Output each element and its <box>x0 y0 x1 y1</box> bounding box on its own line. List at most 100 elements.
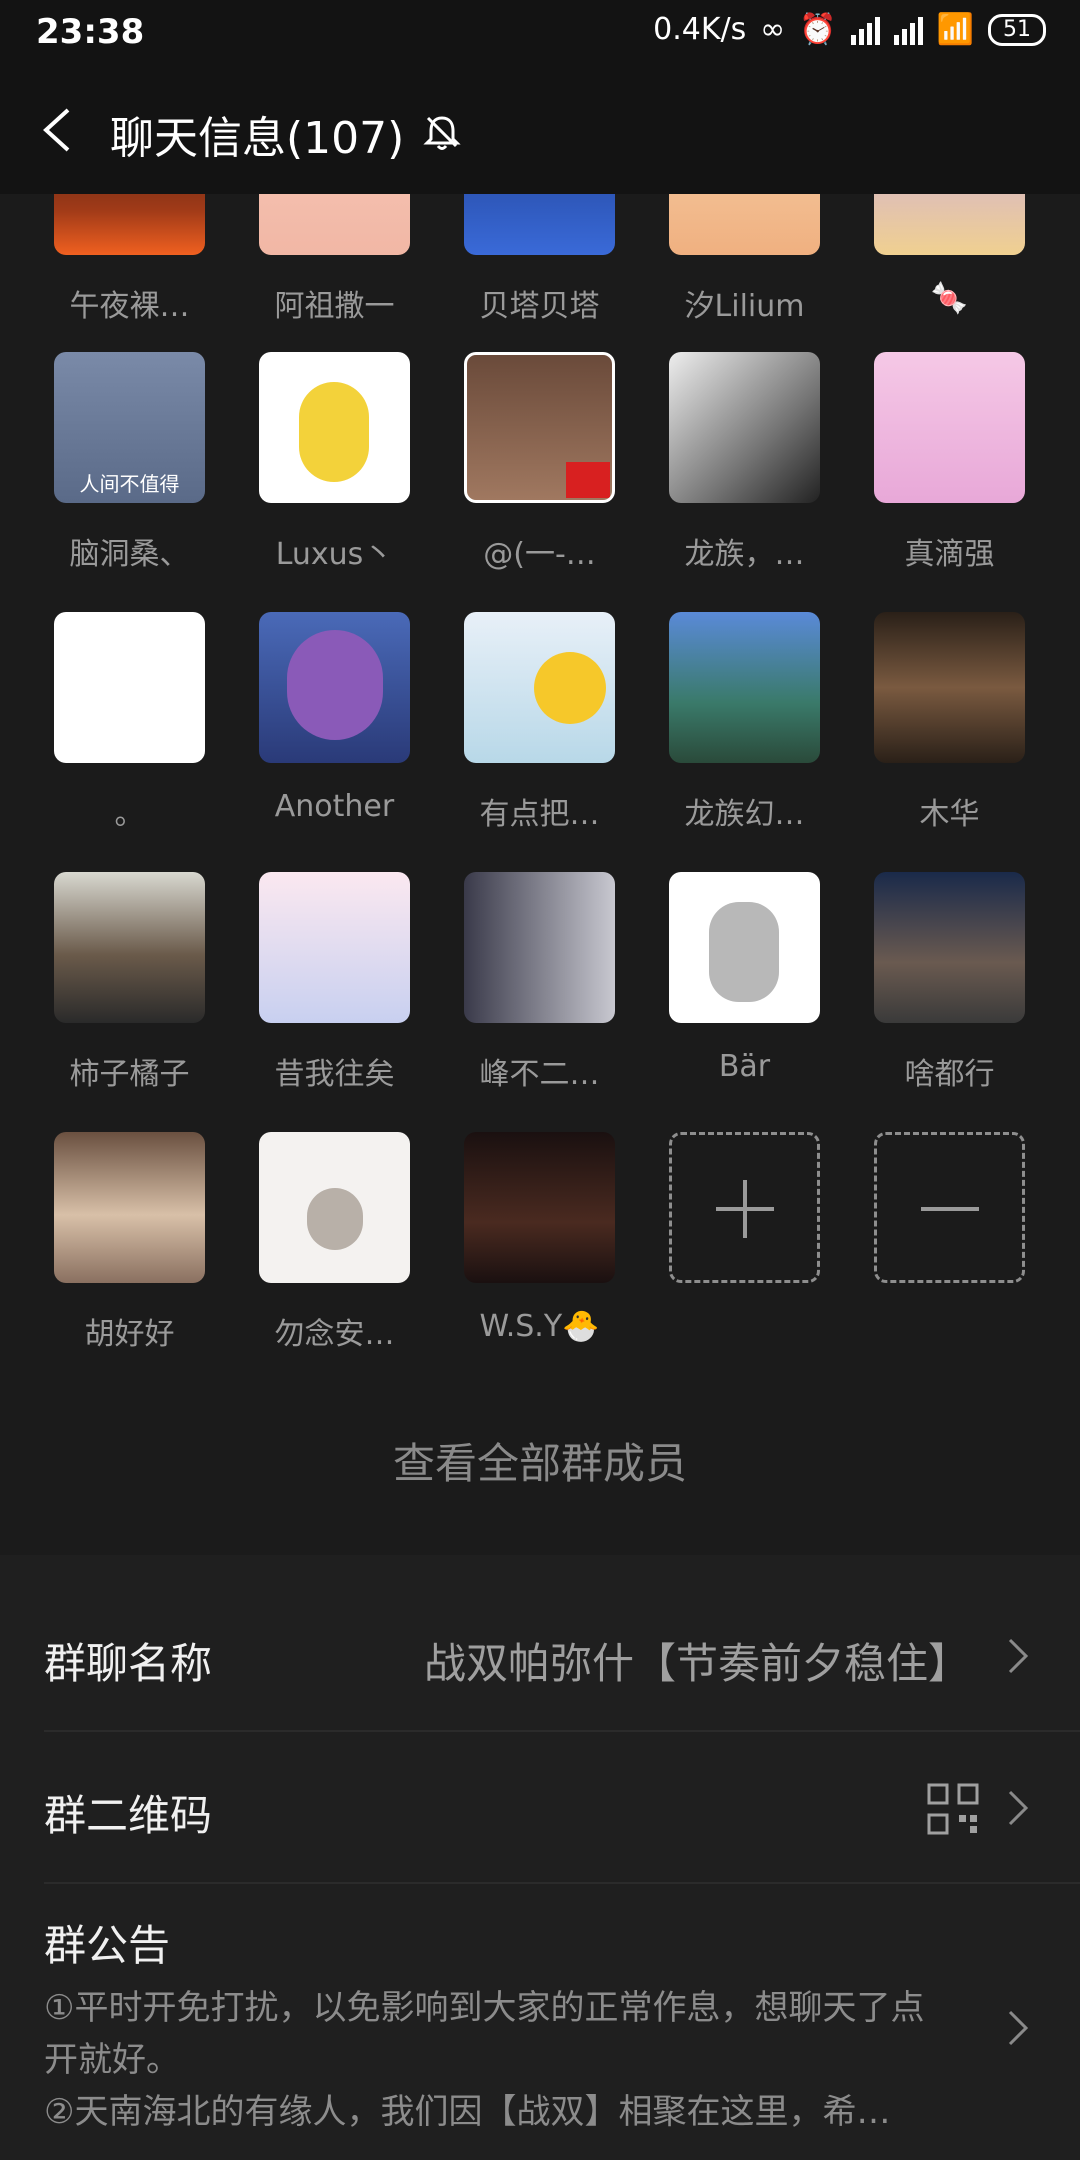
member-avatar <box>259 1132 410 1283</box>
member-item[interactable]: W.S.Y🐣 <box>437 1132 642 1344</box>
member-avatar <box>259 352 410 503</box>
member-name: 龙族幻… <box>684 797 805 832</box>
group-name-row[interactable]: 群聊名称 战双帕弥什【节奏前夕稳住】 <box>44 1630 1040 1691</box>
member-name: 昔我往矣 <box>274 1057 395 1092</box>
member-avatar <box>874 352 1025 503</box>
member-item[interactable]: 人间不值得 脑洞桑、 <box>27 352 232 573</box>
add-member-button[interactable] <box>642 1132 847 1283</box>
divider <box>44 1730 1080 1732</box>
member-item[interactable]: 有点把… <box>437 612 642 833</box>
minus-icon <box>921 1207 979 1211</box>
member-avatar <box>874 612 1025 763</box>
member-avatar <box>669 612 820 763</box>
group-qr-row[interactable]: 群二维码 <box>44 1782 1040 1843</box>
member-avatar <box>464 872 615 1023</box>
member-avatar <box>464 194 615 255</box>
chevron-right-icon <box>1008 1790 1029 1826</box>
member-item[interactable]: Another <box>232 612 437 824</box>
remove-member-tile[interactable] <box>874 1132 1025 1283</box>
member-avatar <box>669 872 820 1023</box>
signal-icon <box>850 15 880 45</box>
member-name: 。 <box>114 797 145 832</box>
member-item[interactable]: 龙族，… <box>642 352 847 573</box>
member-name: 汐Lilium <box>684 289 805 324</box>
remove-member-button[interactable] <box>847 1132 1052 1283</box>
wifi-icon: 📶 <box>936 12 974 47</box>
member-item[interactable]: 峰不二… <box>437 872 642 1093</box>
chevron-right-icon <box>1008 1638 1029 1674</box>
member-item[interactable]: 勿念安… <box>232 1132 437 1353</box>
member-item[interactable]: 阿祖撒一 <box>232 194 437 325</box>
network-speed: 0.4K/s <box>653 12 747 47</box>
member-item[interactable]: 真滴强 <box>847 352 1052 573</box>
member-item[interactable]: 🍬 <box>847 194 1052 316</box>
member-avatar <box>259 612 410 763</box>
member-avatar: 人间不值得 <box>54 352 205 503</box>
group-notice-label: 群公告 <box>44 1921 171 1970</box>
member-avatar <box>464 352 615 503</box>
member-name: 勿念安… <box>274 1317 395 1352</box>
member-name: 柿子橘子 <box>69 1057 190 1092</box>
member-name: 贝塔贝塔 <box>479 289 600 324</box>
member-item[interactable]: 龙族幻… <box>642 612 847 833</box>
member-avatar <box>54 194 205 255</box>
member-name: 龙族，… <box>684 537 805 572</box>
member-avatar <box>259 872 410 1023</box>
member-name: 阿祖撒一 <box>274 289 395 324</box>
member-name: 午夜裸… <box>69 289 190 324</box>
member-name: 啥都行 <box>904 1057 995 1092</box>
member-avatar <box>669 352 820 503</box>
top-bar: 聊天信息(107) <box>0 66 1080 194</box>
back-arrow-icon[interactable] <box>38 106 78 154</box>
member-avatar <box>874 194 1025 255</box>
member-item[interactable]: Bär <box>642 872 847 1084</box>
member-name: 峰不二… <box>479 1057 600 1092</box>
member-avatar <box>464 1132 615 1283</box>
member-item[interactable]: Luxus丶 <box>232 352 437 573</box>
member-item[interactable]: 啥都行 <box>847 872 1052 1093</box>
member-avatar <box>54 1132 205 1283</box>
member-name: @(一-… <box>483 537 596 572</box>
member-item[interactable]: 汐Lilium <box>642 194 847 325</box>
member-item[interactable]: 午夜裸… <box>27 194 232 325</box>
group-name-value: 战双帕弥什【节奏前夕稳住】 <box>423 1639 970 1688</box>
group-qr-label: 群二维码 <box>44 1791 213 1840</box>
group-notice-row[interactable]: 群公告 <box>44 1912 1040 2046</box>
view-all-members-link[interactable]: 查看全部群成员 <box>0 1430 1080 1491</box>
signal-hd-icon <box>893 15 923 45</box>
member-name: 🍬 <box>930 281 969 316</box>
member-avatar <box>669 194 820 255</box>
member-item[interactable]: 胡好好 <box>27 1132 232 1353</box>
member-item[interactable]: 。 <box>27 612 232 833</box>
member-item[interactable]: @(一-… <box>437 352 642 573</box>
member-name: Luxus丶 <box>275 537 394 572</box>
status-bar: 23:38 0.4K/s ∞ ⏰ 📶 51 <box>0 0 1080 66</box>
member-item[interactable]: 柿子橘子 <box>27 872 232 1093</box>
member-avatar <box>259 194 410 255</box>
add-member-tile[interactable] <box>669 1132 820 1283</box>
member-avatar <box>54 872 205 1023</box>
member-avatar <box>464 612 615 763</box>
member-item[interactable]: 贝塔贝塔 <box>437 194 642 325</box>
member-name: Bär <box>718 1049 771 1084</box>
status-icons: 0.4K/s ∞ ⏰ 📶 51 <box>653 12 1046 47</box>
group-notice-text: ①平时开免打扰，以免影响到大家的正常作息，想聊天了点开就好。 ②天南海北的有缘人… <box>44 1988 925 2132</box>
member-name: Another <box>274 789 395 824</box>
member-name: 有点把… <box>479 797 600 832</box>
mute-bell-icon[interactable] <box>422 112 462 152</box>
member-grid: 午夜裸… 阿祖撒一 贝塔贝塔 汐Lilium 🍬 人间不值得 脑洞桑、 Luxu… <box>0 194 1080 1534</box>
member-item[interactable]: 昔我往矣 <box>232 872 437 1093</box>
member-name: 脑洞桑、 <box>69 537 190 572</box>
chevron-right-icon <box>1008 2010 1029 2046</box>
sync-icon: ∞ <box>760 12 786 47</box>
member-name: 木华 <box>919 797 980 832</box>
divider <box>44 1882 1080 1884</box>
qr-code-icon <box>927 1783 979 1835</box>
page-title: 聊天信息(107) <box>110 113 405 164</box>
battery-indicator: 51 <box>988 13 1046 46</box>
member-avatar <box>54 612 205 763</box>
member-item[interactable]: 木华 <box>847 612 1052 833</box>
alarm-icon: ⏰ <box>799 12 837 47</box>
member-name: 胡好好 <box>84 1317 175 1352</box>
member-name: 真滴强 <box>904 537 995 572</box>
